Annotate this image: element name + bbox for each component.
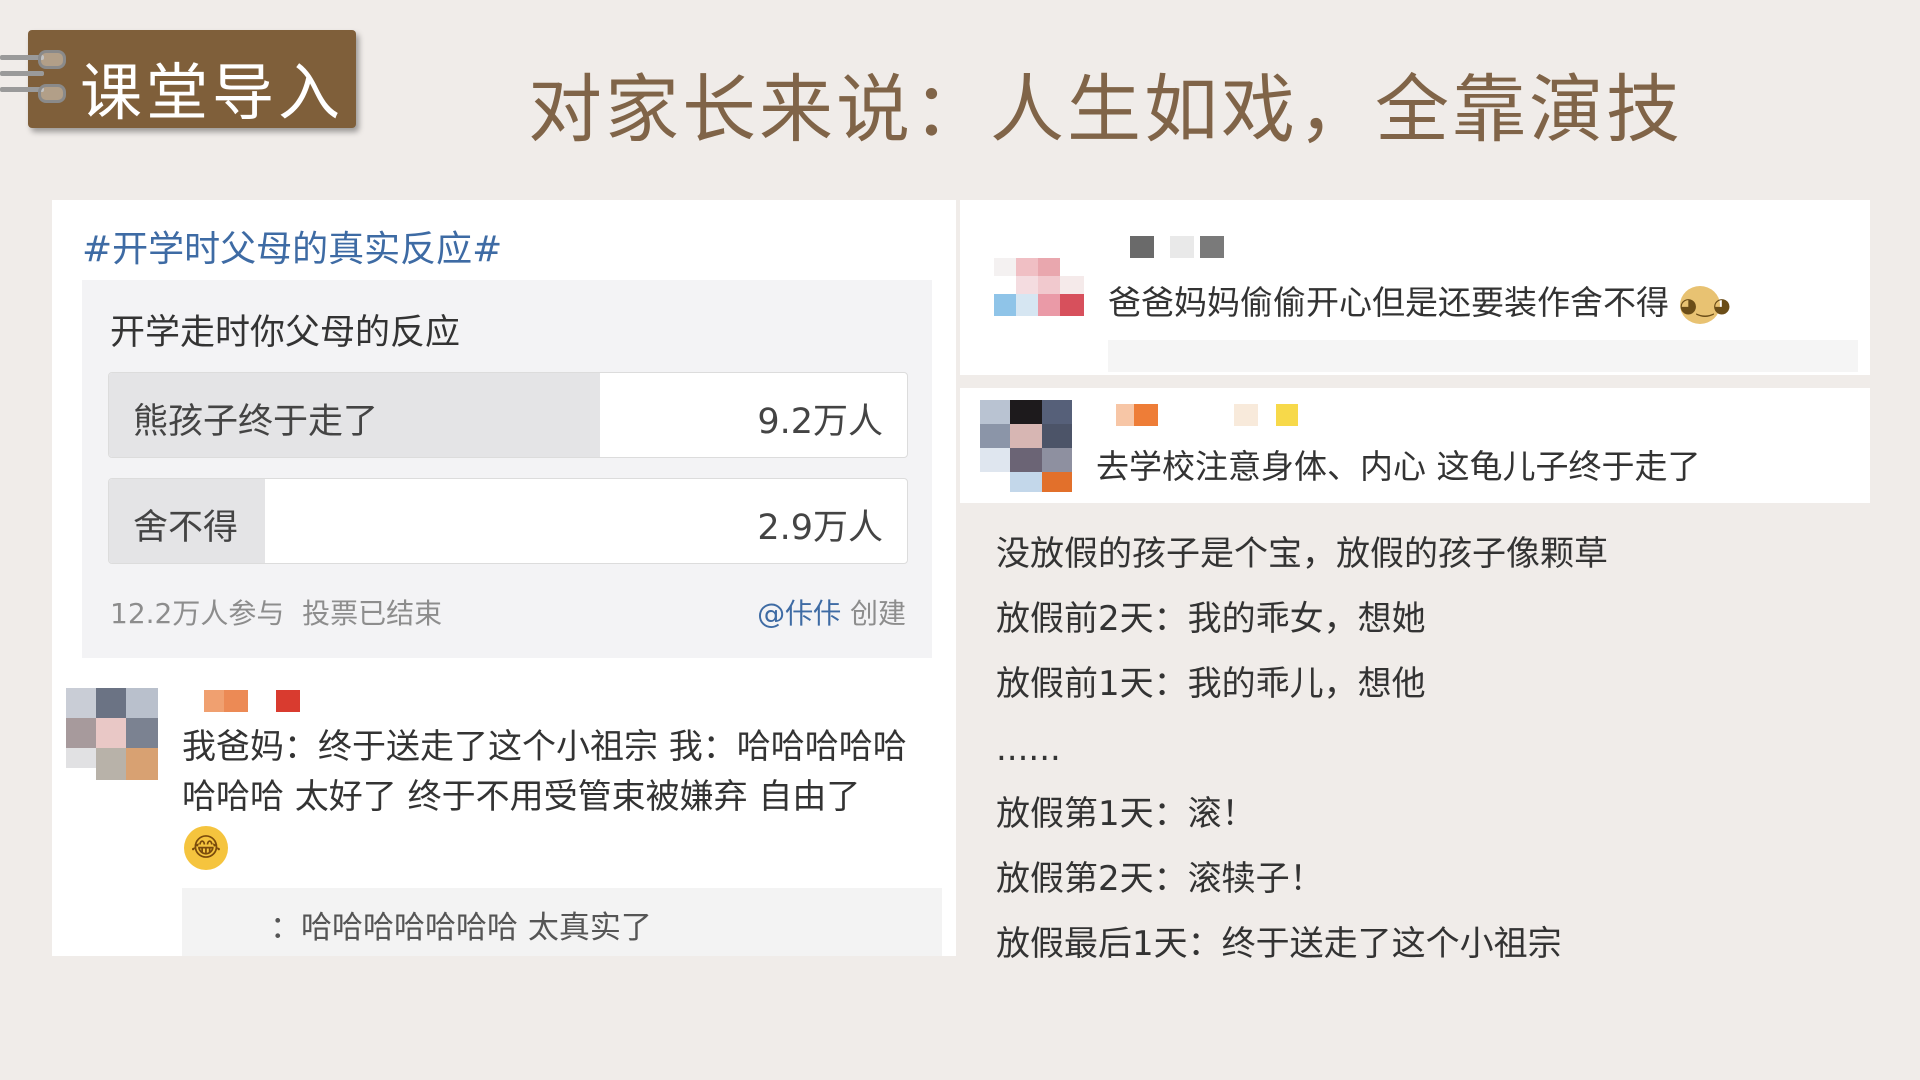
comment-card: 去学校注意身体、内心 这龟儿子终于走了 [960,388,1870,503]
avatar-pixelated [994,258,1084,330]
slide-title: 对家长来说：人生如戏，全靠演技 [528,67,1683,153]
reply-preview[interactable]: ：哈哈哈哈哈哈哈 太真实了 [182,888,942,956]
creator-handle-link[interactable]: @佧佧 [757,597,841,630]
hashtag-link[interactable]: #开学时父母的真实反应# [82,220,502,272]
poem-text-block: 没放假的孩子是个宝，放假的孩子像颗草 放假前2天：我的乖女，想她 放假前1天：我… [996,522,1608,977]
comment-card: 爸爸妈妈偷偷开心但是还要装作舍不得 ◕‿◕ [960,200,1870,375]
comment-text: 爸爸妈妈偷偷开心但是还要装作舍不得 ◕‿◕ [1108,276,1730,324]
laughing-emoji-icon: 😂 [184,826,228,870]
poll-creator: @佧佧 创建 [757,592,906,632]
avatar-pixelated [980,400,1072,492]
poem-line: 放假前2天：我的乖女，想她 [996,599,1426,639]
poll-participants: 12.2万人参与 [110,597,285,630]
poll-option-count: 2.9万人 [757,508,883,548]
poll-status: 投票已结束 [302,597,443,630]
username-pixelated [1130,236,1250,258]
poem-line: 放假前1天：我的乖儿，想他 [996,664,1426,704]
ring-bar [0,71,44,76]
poem-line: 没放假的孩子是个宝，放假的孩子像颗草 [996,534,1608,574]
username-pixelated [1116,404,1316,426]
ring [38,50,66,69]
weibo-post-card: #开学时父母的真实反应# 开学走时你父母的反应 熊孩子终于走了 9.2万人 舍不… [52,200,956,956]
comment-text: 去学校注意身体、内心 这龟儿子终于走了 [1096,447,1701,486]
poll-option-label: 熊孩子终于走了 [133,402,379,442]
poll-meta: 12.2万人参与 投票已结束 [110,592,442,632]
poll-option-count: 9.2万人 [757,402,883,442]
reply-text: ：哈哈哈哈哈哈哈 太真实了 [270,910,652,946]
section-tag-label: 课堂导入 [80,56,345,129]
poll-question: 开学走时你父母的反应 [110,313,461,353]
ring [38,84,66,103]
avatar-pixelated [66,688,158,780]
poll: 开学走时你父母的反应 熊孩子终于走了 9.2万人 舍不得 2.9万人 12.2万… [82,280,932,658]
poem-line: 放假最后1天：终于送走了这个小祖宗 [996,924,1562,964]
poem-line: ...... [996,729,1061,769]
comment-text-content: 爸爸妈妈偷偷开心但是还要装作舍不得 [1108,283,1669,322]
comment-text: 我爸妈：终于送走了这个小祖宗 我：哈哈哈哈哈哈哈哈 太好了 终于不用受管束被嫌弃… [182,727,907,817]
doge-emoji-icon: ◕‿◕ [1679,285,1730,324]
reply-strip [1108,340,1858,372]
poll-option[interactable]: 熊孩子终于走了 9.2万人 [108,372,908,458]
poll-option-label: 舍不得 [133,508,239,548]
username-pixelated [204,690,304,714]
poll-option[interactable]: 舍不得 2.9万人 [108,478,908,564]
section-tag: 课堂导入 [28,30,356,129]
creator-suffix: 创建 [849,597,906,630]
poem-line: 放假第1天：滚！ [996,794,1256,834]
poem-line: 放假第2天：滚犊子！ [996,859,1324,899]
